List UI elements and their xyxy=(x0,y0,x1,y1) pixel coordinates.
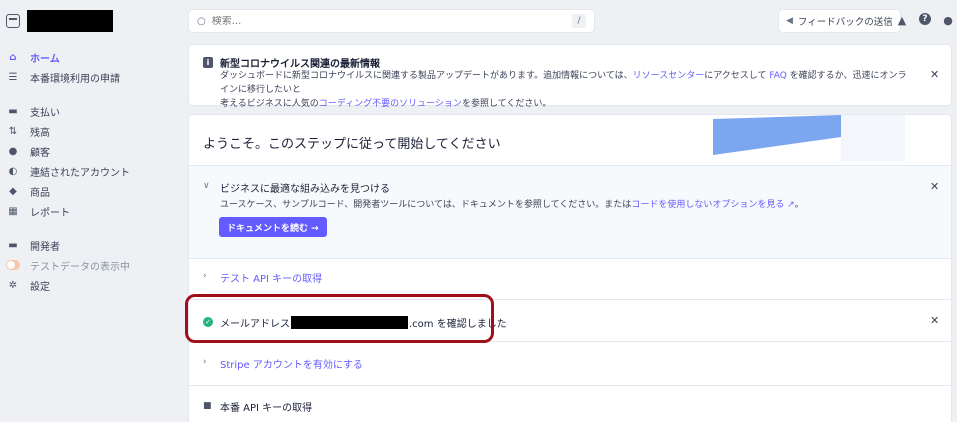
sidebar-item-activation[interactable]: ☰ 本番環境利用の申請 xyxy=(6,67,182,87)
topbar: ○ / ◀ フィードバックの送信 ▲ ? ● xyxy=(189,10,957,32)
sidebar-item-label: 顧客 xyxy=(30,147,50,159)
decorative-shape xyxy=(841,115,905,161)
step-integration: ∨ ビジネスに最適な組み込みを見つける ✕ ユースケース、サンプルコード、開発者… xyxy=(189,166,951,258)
sidebar-item-balances[interactable]: ⇅ 残高 xyxy=(6,121,182,141)
step-description: ユースケース、サンプルコード、開発者ツールについては、ドキュメントを参照してくだ… xyxy=(220,200,804,210)
sidebar-item-label: 開発者 xyxy=(30,241,60,253)
search-icon: ○ xyxy=(197,15,206,27)
covid-notice: i 新型コロナウイルス関連の最新情報 ダッシュボードに新型コロナウイルスに関連す… xyxy=(189,45,951,109)
step-live-api-keys: 本番 API キーの取得 xyxy=(220,403,313,414)
step-close-icon[interactable]: ✕ xyxy=(930,180,939,193)
feedback-label: フィードバックの送信 xyxy=(797,17,893,28)
no-code-options-link[interactable]: コードを使用しないオプションを見る xyxy=(631,200,784,210)
no-code-link[interactable]: コーディング不要のソリューション xyxy=(319,99,462,109)
toggle-icon xyxy=(6,258,20,272)
sidebar-item-label: 本番環境利用の申請 xyxy=(30,73,120,85)
sidebar-item-label: 支払い xyxy=(30,107,60,119)
step-activate-account[interactable]: Stripe アカウントを有効にする xyxy=(220,356,363,371)
notice-close-icon[interactable]: ✕ xyxy=(930,68,939,81)
welcome-heading: ようこそ。このステップに従って開始してください xyxy=(203,137,501,152)
test-data-toggle[interactable]: テストデータの表示中 xyxy=(6,255,182,275)
feedback-button[interactable]: ◀ フィードバックの送信 xyxy=(779,10,900,32)
top-icons: ▲ ? ● xyxy=(895,13,955,27)
sidebar-item-payments[interactable]: ▬ 支払い xyxy=(6,101,182,121)
sidebar-nav: ⌂ ホーム ☰ 本番環境利用の申請 ▬ 支払い ⇅ 残高 ● 顧客 ◐ 連結され… xyxy=(6,47,182,295)
box-icon: ◆ xyxy=(9,185,17,197)
sidebar-item-label: 残高 xyxy=(30,127,50,139)
faq-link[interactable]: FAQ xyxy=(769,71,786,81)
search-input[interactable] xyxy=(211,15,552,27)
bell-icon[interactable]: ▲ xyxy=(895,13,909,27)
external-link-icon: ↗ xyxy=(784,200,795,210)
account-name-redacted xyxy=(27,10,113,32)
onboarding-steps: ようこそ。このステップに従って開始してください ∨ ビジネスに最適な組み込みを見… xyxy=(189,115,951,422)
search-shortcut-hint: / xyxy=(572,14,586,28)
account-switcher[interactable] xyxy=(6,10,113,32)
connected-icon: ◐ xyxy=(8,165,18,177)
user-icon[interactable]: ● xyxy=(941,13,955,27)
sidebar-item-connected[interactable]: ◐ 連結されたアカウント xyxy=(6,161,182,181)
chevron-right-icon[interactable]: › xyxy=(203,357,207,367)
decorative-shape xyxy=(713,115,841,155)
notice-text: 考えるビジネスに人気の xyxy=(220,99,319,109)
sidebar-item-settings[interactable]: ✲ 設定 xyxy=(6,275,182,295)
sidebar-item-label: テストデータの表示中 xyxy=(30,261,130,273)
sidebar-item-label: 商品 xyxy=(30,187,50,199)
home-icon: ⌂ xyxy=(9,51,17,63)
step-desc-text: ユースケース、サンプルコード、開発者ツールについては、ドキュメントを参照してくだ… xyxy=(220,200,632,210)
notice-text: ダッシュボードに新型コロナウイルスに関連する製品アップデートがあります。追加情報… xyxy=(220,71,633,81)
sidebar-item-label: レポート xyxy=(30,207,70,219)
chevron-down-icon[interactable]: ∨ xyxy=(203,181,210,191)
lock-icon: ■ xyxy=(203,401,212,411)
report-icon: ▦ xyxy=(8,205,18,217)
info-icon: i xyxy=(203,57,213,68)
step-title[interactable]: ビジネスに最適な組み込みを見つける xyxy=(220,180,390,195)
search-bar[interactable]: ○ / xyxy=(189,10,594,32)
notice-body: ダッシュボードに新型コロナウイルスに関連する製品アップデートがあります。追加情報… xyxy=(220,69,910,111)
resource-center-link[interactable]: リソースセンター xyxy=(633,71,705,81)
sidebar-item-developers[interactable]: ▬ 開発者 xyxy=(6,235,182,255)
annotation-highlight-box xyxy=(185,294,494,343)
sidebar-item-reports[interactable]: ▦ レポート xyxy=(6,201,182,221)
step-test-api-keys[interactable]: テスト API キーの取得 xyxy=(220,270,322,285)
divider xyxy=(189,385,951,386)
balance-icon: ⇅ xyxy=(8,125,18,137)
sidebar-item-customers[interactable]: ● 顧客 xyxy=(6,141,182,161)
account-icon xyxy=(6,14,20,28)
read-docs-button[interactable]: ドキュメントを読む → xyxy=(219,217,327,237)
help-icon[interactable]: ? xyxy=(919,13,931,25)
customer-icon: ● xyxy=(8,145,18,157)
sidebar: ⌂ ホーム ☰ 本番環境利用の申請 ▬ 支払い ⇅ 残高 ● 顧客 ◐ 連結され… xyxy=(0,0,182,422)
sidebar-item-label: ホーム xyxy=(30,53,60,65)
sidebar-item-label: 連結されたアカウント xyxy=(30,167,130,179)
gear-icon: ✲ xyxy=(8,279,18,291)
megaphone-icon: ◀ xyxy=(786,16,793,26)
email-step-close-icon[interactable]: ✕ xyxy=(930,314,939,327)
terminal-icon: ▬ xyxy=(8,239,18,251)
sidebar-item-home[interactable]: ⌂ ホーム xyxy=(6,47,182,67)
notice-text: にアクセスして xyxy=(704,71,770,81)
divider xyxy=(189,258,951,259)
notice-text: を参照してください。 xyxy=(461,99,552,109)
sidebar-item-products[interactable]: ◆ 商品 xyxy=(6,181,182,201)
notice-title: 新型コロナウイルス関連の最新情報 xyxy=(220,59,380,70)
list-icon: ☰ xyxy=(8,71,18,83)
chevron-right-icon[interactable]: › xyxy=(203,271,207,281)
wallet-icon: ▬ xyxy=(8,105,18,117)
sidebar-item-label: 設定 xyxy=(30,281,50,293)
